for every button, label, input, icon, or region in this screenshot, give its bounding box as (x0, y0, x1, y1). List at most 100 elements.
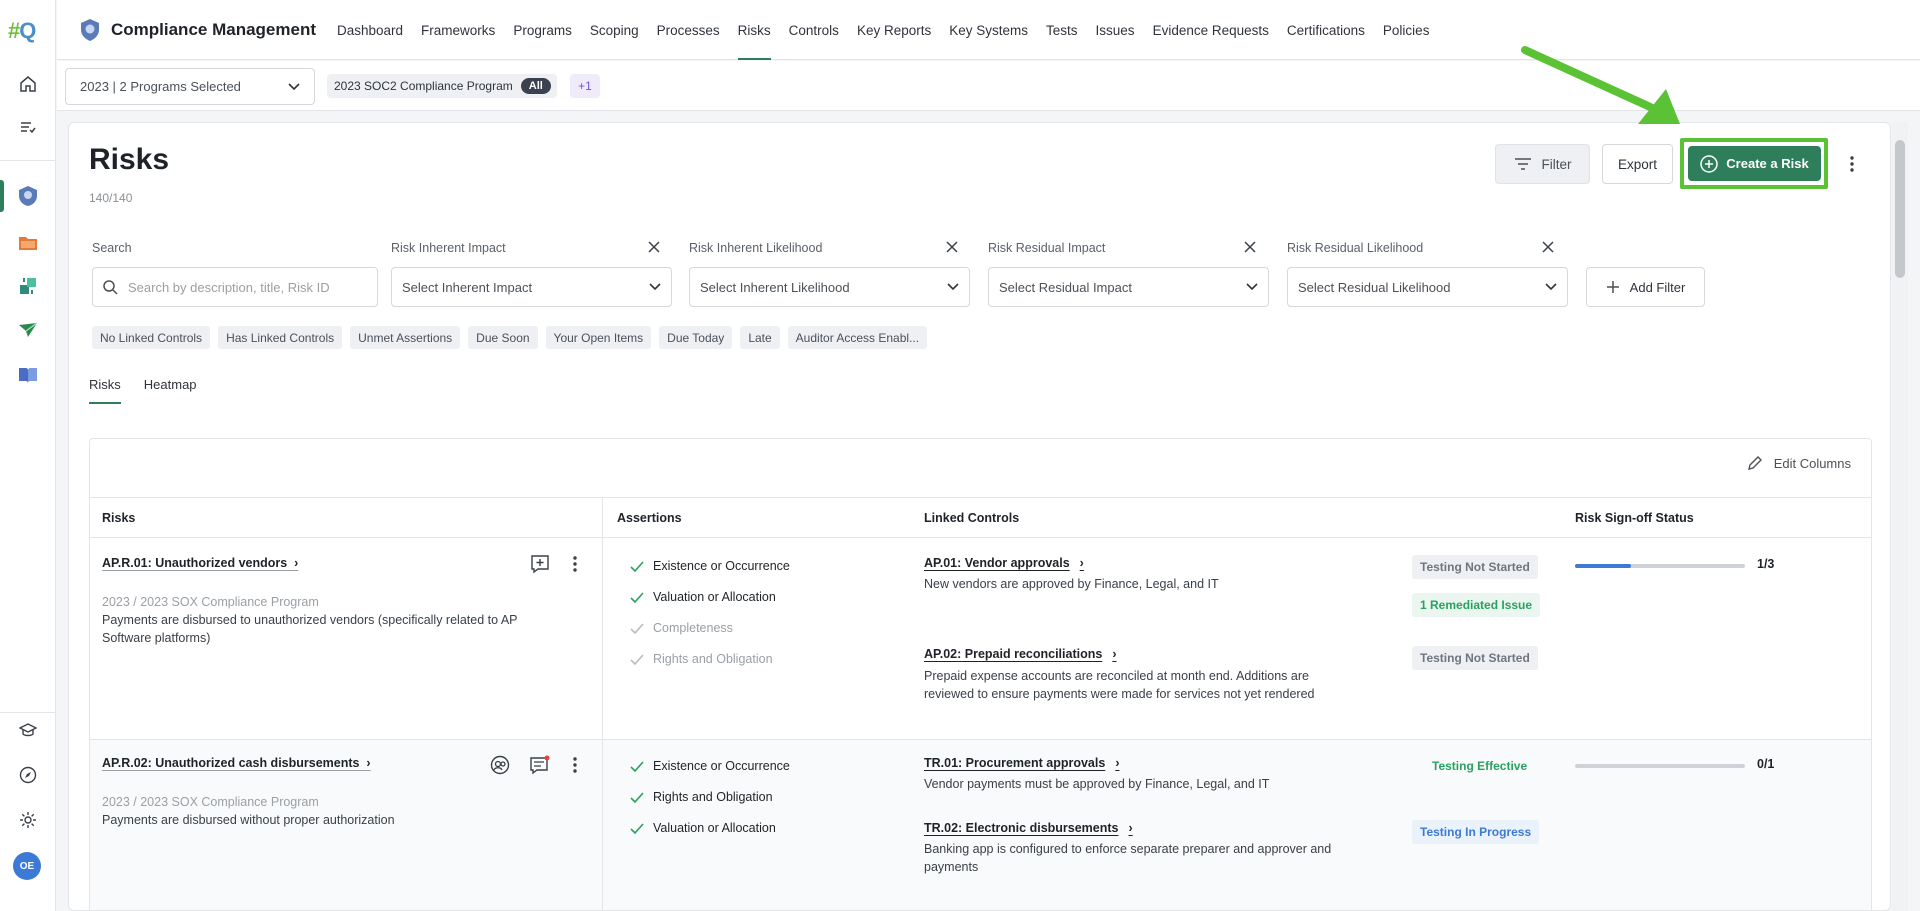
quick-filter-chip[interactable]: Due Soon (468, 326, 538, 349)
book-icon[interactable] (14, 361, 42, 389)
chevron-down-icon (947, 283, 959, 291)
header-linked-controls: Linked Controls (924, 511, 1020, 525)
tab-risks[interactable]: Risks (89, 377, 121, 404)
program-chip[interactable]: 2023 SOC2 Compliance Program All (327, 74, 557, 98)
filter-lines-icon (1514, 158, 1531, 170)
chevron-down-icon (1545, 283, 1557, 291)
residual-likelihood-select[interactable]: Select Residual Likelihood (1287, 267, 1568, 307)
pencil-icon (1747, 456, 1762, 470)
add-filter-label: Add Filter (1629, 279, 1686, 295)
quick-filter-chip[interactable]: Due Today (659, 326, 733, 349)
folder-icon[interactable] (14, 229, 42, 257)
search-input[interactable]: Search by description, title, Risk ID (92, 267, 378, 307)
send-icon[interactable] (14, 316, 42, 344)
inherent-likelihood-select[interactable]: Select Inherent Likelihood (689, 267, 970, 307)
control-link[interactable]: AP.02: Prepaid reconciliations › (924, 647, 1116, 661)
nav-item-controls[interactable]: Controls (780, 0, 848, 60)
create-risk-button[interactable]: Create a Risk (1688, 146, 1821, 181)
tab-heatmap[interactable]: Heatmap (144, 377, 197, 404)
plus-circle-icon (1700, 154, 1719, 173)
create-risk-label: Create a Risk (1726, 156, 1809, 171)
clear-residual-impact-icon[interactable] (1242, 239, 1258, 255)
control-link[interactable]: AP.01: Vendor approvals › (924, 556, 1084, 570)
tasks-icon[interactable] (14, 113, 42, 141)
compass-icon[interactable] (14, 761, 42, 789)
export-button[interactable]: Export (1602, 144, 1673, 184)
nav-item-key-systems[interactable]: Key Systems (940, 0, 1037, 60)
nav-item-programs[interactable]: Programs (504, 0, 581, 60)
quick-filter-chip[interactable]: Has Linked Controls (218, 326, 343, 349)
quick-filter-chip[interactable]: Your Open Items (545, 326, 652, 349)
control-description: Vendor payments must be approved by Fina… (924, 777, 1270, 791)
rail-active-indicator (0, 180, 4, 212)
assertion-item: Valuation or Allocation (630, 821, 776, 835)
control-status-badge: Testing Not Started (1412, 555, 1538, 579)
risk-title-link[interactable]: AP.R.01: Unauthorized vendors › (102, 556, 298, 570)
clear-residual-likelihood-icon[interactable] (1540, 239, 1556, 255)
quick-filter-chip[interactable]: Late (740, 326, 780, 349)
check-icon (630, 791, 644, 803)
add-filter-button[interactable]: Add Filter (1586, 267, 1705, 307)
control-link[interactable]: TR.02: Electronic disbursements › (924, 821, 1133, 835)
app-logo[interactable]: #Q (8, 18, 36, 44)
nav-item-frameworks[interactable]: Frameworks (412, 0, 504, 60)
risk-title-link[interactable]: AP.R.02: Unauthorized cash disbursements… (102, 756, 371, 770)
table-row[interactable]: AP.R.02: Unauthorized cash disbursements… (90, 739, 1871, 910)
scrollbar-thumb[interactable] (1895, 140, 1905, 278)
compliance-logo-icon (81, 19, 99, 41)
logo-q: Q (19, 18, 36, 43)
plus-icon (1606, 281, 1619, 293)
more-options-icon[interactable] (1844, 151, 1860, 177)
nav-item-risks[interactable]: Risks (729, 0, 780, 60)
add-comment-icon[interactable] (528, 552, 552, 576)
clear-inherent-impact-icon[interactable] (646, 239, 662, 255)
quick-filter-chip[interactable]: Unmet Assertions (350, 326, 461, 349)
clear-inherent-likelihood-icon[interactable] (944, 239, 960, 255)
avatar[interactable]: OE (13, 852, 41, 880)
assertion-item: Existence or Occurrence (630, 559, 790, 573)
quick-filter-chip[interactable]: Auditor Access Enabl... (787, 326, 928, 349)
program-more-chip[interactable]: +1 (570, 74, 600, 98)
filter-button[interactable]: Filter (1495, 144, 1590, 184)
learning-icon[interactable] (14, 716, 42, 744)
annotation-arrow-icon (1521, 46, 1680, 124)
reviewer-icon[interactable] (488, 753, 512, 777)
search-placeholder: Search by description, title, Risk ID (128, 279, 330, 295)
control-link[interactable]: TR.01: Procurement approvals › (924, 756, 1119, 770)
program-select-value: 2023 | 2 Programs Selected (80, 79, 241, 94)
page-scrollbar[interactable] (1892, 122, 1908, 911)
table-row[interactable]: AP.R.01: Unauthorized vendors › 2023 / 2… (90, 539, 1871, 739)
program-chip-label: 2023 SOC2 Compliance Program (334, 79, 513, 93)
brand[interactable]: Compliance Management (79, 18, 316, 42)
nav-item-evidence-requests[interactable]: Evidence Requests (1144, 0, 1278, 60)
inherent-impact-select[interactable]: Select Inherent Impact (391, 267, 672, 307)
inherent-likelihood-label: Risk Inherent Likelihood (689, 241, 823, 255)
control-description: Prepaid expense accounts are reconciled … (924, 669, 1315, 701)
nav-item-processes[interactable]: Processes (648, 0, 729, 60)
nav-item-dashboard[interactable]: Dashboard (328, 0, 412, 60)
nav-item-certifications[interactable]: Certifications (1278, 0, 1374, 60)
edit-columns-button[interactable]: Edit Columns (1746, 454, 1851, 472)
chevron-down-icon (1246, 283, 1258, 291)
gear-icon[interactable] (14, 806, 42, 834)
nav-item-key-reports[interactable]: Key Reports (848, 0, 940, 60)
compliance-badge-icon[interactable] (14, 182, 42, 210)
program-year-select[interactable]: 2023 | 2 Programs Selected (65, 68, 315, 105)
home-icon[interactable] (14, 70, 42, 98)
residual-impact-select[interactable]: Select Residual Impact (988, 267, 1269, 307)
signoff-count: 1/3 (1757, 557, 1775, 571)
quick-filter-chip[interactable]: No Linked Controls (92, 326, 211, 349)
nav-item-policies[interactable]: Policies (1374, 0, 1439, 60)
sync-icon[interactable] (14, 272, 42, 300)
row-more-icon[interactable] (563, 552, 587, 576)
row-more-icon[interactable] (563, 753, 587, 777)
nav-item-issues[interactable]: Issues (1087, 0, 1144, 60)
control-status-badge: Testing Effective (1432, 759, 1528, 773)
assertion-item: Existence or Occurrence (630, 759, 790, 773)
assertion-item: Completeness (630, 621, 733, 635)
nav-item-scoping[interactable]: Scoping (581, 0, 648, 60)
header-signoff-status: Risk Sign-off Status (1575, 511, 1694, 525)
issue-badge[interactable]: 1 Remediated Issue (1412, 593, 1541, 617)
nav-item-tests[interactable]: Tests (1037, 0, 1087, 60)
comments-icon[interactable] (528, 753, 552, 777)
